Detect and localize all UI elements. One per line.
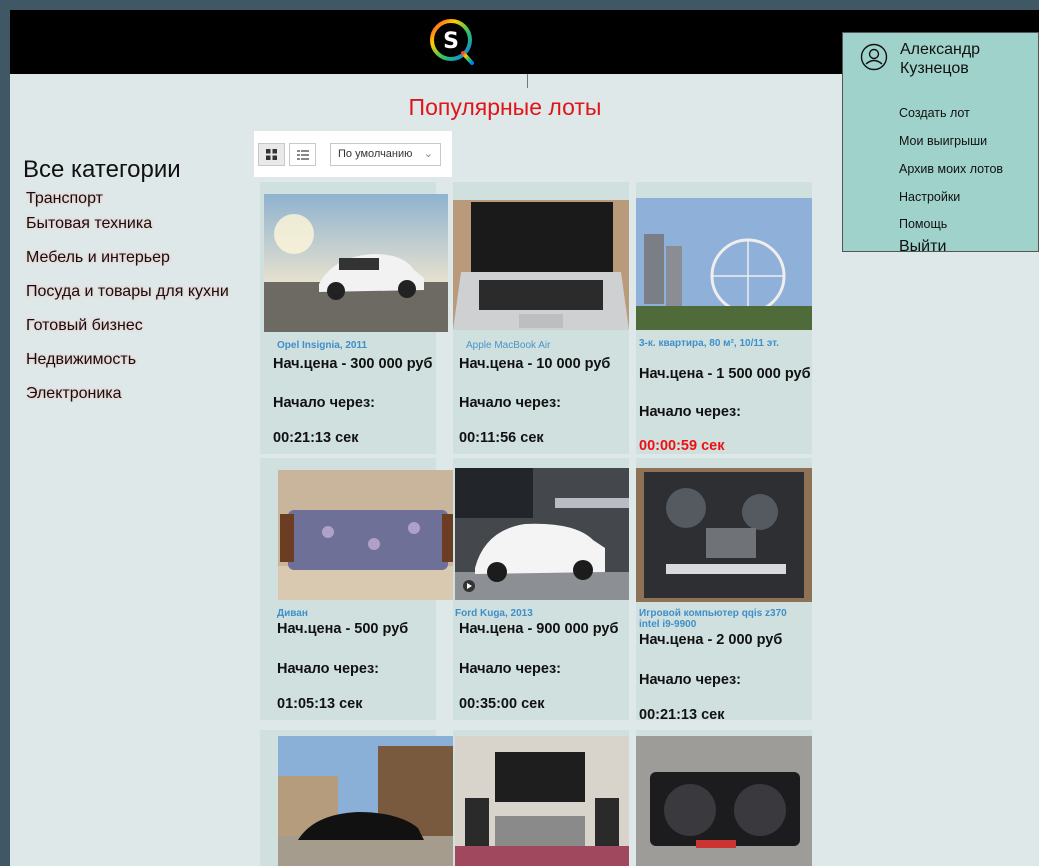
lot-start-label: Начало через: — [639, 404, 742, 420]
svg-text:S: S — [443, 29, 459, 54]
lot-photo-sedan — [278, 736, 454, 866]
lot-timer: 00:11:56 сек — [459, 430, 544, 446]
lot-price: Нач.цена - 900 000 руб — [459, 621, 619, 637]
lot-photo-pc — [636, 468, 812, 602]
lot-price: Нач.цена - 300 000 руб — [273, 356, 433, 372]
lot-card[interactable] — [636, 730, 812, 866]
menu-item-archive[interactable]: Архив моих лотов — [899, 162, 1003, 176]
lot-timer: 01:05:13 сек — [277, 696, 363, 712]
list-view-button[interactable] — [289, 143, 316, 166]
logo-icon: S — [430, 19, 474, 65]
grid-icon — [266, 149, 277, 160]
lot-name[interactable]: Ford Kuga, 2013 — [455, 608, 625, 619]
lot-price: Нач.цена - 2 000 руб — [639, 632, 783, 648]
menu-item-settings[interactable]: Настройки — [899, 190, 960, 204]
lot-photo-apartment — [636, 198, 812, 330]
menu-item-create-lot[interactable]: Создать лот — [899, 106, 970, 120]
lot-photo-gpu — [636, 736, 812, 866]
lot-timer: 00:21:13 сек — [273, 430, 359, 446]
lot-price: Нач.цена - 500 руб — [277, 621, 409, 637]
sidebar-item-kitchen[interactable]: Посуда и товары для кухни — [26, 283, 229, 301]
lot-card[interactable]: Opel Insignia, 2011 Нач.цена - 300 000 р… — [260, 182, 448, 454]
sidebar-item-realty[interactable]: Недвижимость — [26, 351, 136, 369]
page-title: Популярные лоты — [408, 94, 602, 120]
lot-name[interactable]: 3-к. квартира, 80 м², 10/11 эт. — [639, 338, 809, 349]
logo[interactable]: S — [426, 16, 478, 68]
logout-button[interactable]: Выйти — [899, 238, 946, 256]
lot-timer: 00:35:00 сек — [459, 696, 545, 712]
sidebar-item-transport[interactable]: Транспорт — [26, 190, 103, 208]
sidebar-item-furniture[interactable]: Мебель и интерьер — [26, 249, 170, 267]
lot-price: Нач.цена - 10 000 руб — [459, 356, 611, 372]
lot-name[interactable]: Игровой компьютер qqis z370 intel i9-990… — [639, 608, 809, 630]
sidebar-item-business[interactable]: Готовый бизнес — [26, 317, 143, 335]
lot-card[interactable]: Игровой компьютер qqis z370 intel i9-990… — [636, 458, 812, 723]
lot-start-label: Начало через: — [639, 672, 742, 688]
header-divider — [527, 74, 528, 88]
list-icon — [296, 149, 309, 160]
lot-photo-laptop — [453, 200, 629, 330]
lot-card[interactable]: Диван Нач.цена - 500 руб Начало через: 0… — [260, 458, 454, 720]
chevron-down-icon: ⌄ — [423, 148, 433, 160]
lot-photo-car — [264, 194, 448, 332]
app-canvas: S Популярные лоты Все категории Транспор… — [10, 10, 1039, 866]
grid-view-button[interactable] — [258, 143, 285, 166]
lot-card[interactable]: Apple MacBook Air Нач.цена - 10 000 руб … — [453, 182, 629, 454]
lot-name[interactable]: Opel Insignia, 2011 — [277, 340, 437, 351]
lot-card[interactable] — [453, 730, 629, 866]
sidebar-item-appliances[interactable]: Бытовая техника — [26, 215, 152, 233]
view-toolbar: По умолчанию ⌄ — [254, 131, 452, 177]
user-last-name: Кузнецов — [900, 60, 969, 77]
lot-photo-suv — [455, 468, 629, 600]
sort-select[interactable]: По умолчанию ⌄ — [330, 143, 441, 166]
lot-card[interactable]: 3-к. квартира, 80 м², 10/11 эт. Нач.цена… — [636, 182, 812, 454]
user-icon[interactable] — [860, 43, 888, 71]
lot-start-label: Начало через: — [459, 395, 562, 411]
lot-photo-tv-stand — [455, 736, 629, 866]
sidebar-title: Все категории — [23, 156, 181, 183]
user-first-name: Александр — [900, 41, 981, 58]
lot-start-label: Начало через: — [459, 661, 562, 677]
lot-price: Нач.цена - 1 500 000 руб — [639, 366, 811, 382]
lot-card[interactable]: Ford Kuga, 2013 Нач.цена - 900 000 руб Н… — [453, 458, 629, 720]
lot-timer-urgent: 00:00:59 сек — [639, 438, 725, 454]
lot-timer: 00:21:13 сек — [639, 707, 725, 723]
lot-name[interactable]: Apple MacBook Air — [466, 340, 626, 351]
lot-start-label: Начало через: — [277, 661, 380, 677]
sidebar-item-electronics[interactable]: Электроника — [26, 385, 122, 403]
user-menu: Александр Кузнецов Создать лот Мои выигр… — [842, 32, 1039, 255]
sort-value: По умолчанию — [338, 148, 413, 160]
lot-photo-sofa — [278, 470, 454, 600]
lot-start-label: Начало через: — [273, 395, 376, 411]
lot-card[interactable] — [260, 730, 454, 866]
lot-name[interactable]: Диван — [277, 608, 437, 619]
menu-item-my-wins[interactable]: Мои выигрыши — [899, 134, 987, 148]
user-name: Александр Кузнецов — [900, 40, 980, 78]
menu-item-help[interactable]: Помощь — [899, 217, 947, 231]
